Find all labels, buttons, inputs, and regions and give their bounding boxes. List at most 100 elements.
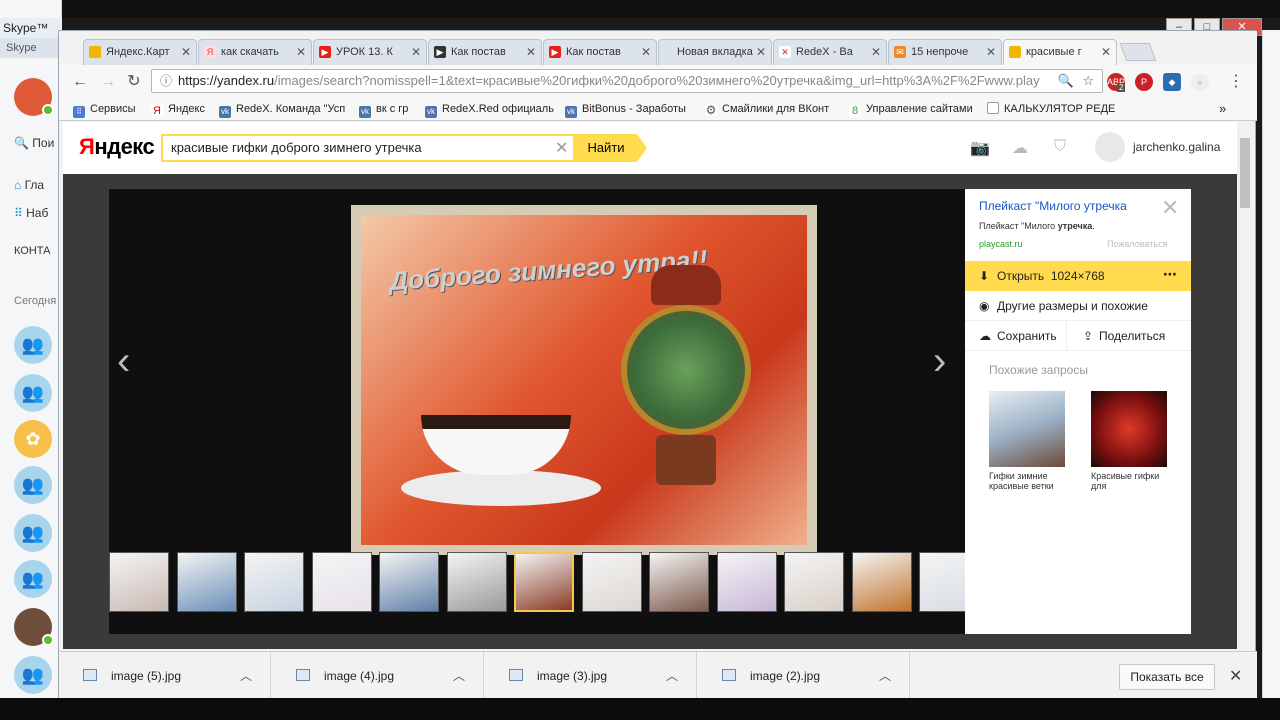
next-arrow-icon[interactable]: › — [933, 339, 946, 384]
tab-yandex-images[interactable]: красивые г ✕ — [1003, 39, 1117, 66]
thumbnail[interactable] — [784, 552, 844, 612]
thumbnail[interactable] — [244, 552, 304, 612]
contact-avatar[interactable] — [14, 608, 54, 646]
bookmark-star-icon[interactable]: ☆ — [1082, 70, 1094, 92]
bookmark-site-management[interactable]: 8 Управление сайтами — [849, 100, 973, 118]
clear-search-icon[interactable]: ✕ — [555, 138, 568, 158]
source-domain-link[interactable]: playcast.ru — [979, 239, 1023, 249]
other-sizes-button[interactable]: ◉ Другие размеры и похожие — [965, 291, 1191, 321]
group-avatar[interactable]: 👥 — [14, 326, 52, 364]
pinterest-icon[interactable]: P — [1135, 73, 1153, 91]
tab-how-to-download[interactable]: Якак скачать ✕ — [198, 39, 312, 65]
report-link[interactable]: Пожаловаться — [1107, 239, 1167, 249]
search-icon[interactable]: 🔍 — [1053, 70, 1074, 92]
back-button[interactable]: ← — [69, 71, 91, 93]
bookmarks-overflow-icon[interactable]: » — [1219, 100, 1226, 118]
extension-search-icon[interactable]: ⌕ — [1191, 73, 1209, 91]
tab-new-tab[interactable]: Новая вкладка ✕ — [658, 39, 772, 65]
group-avatar[interactable]: 👥 — [14, 374, 52, 412]
group-avatar[interactable]: 👥 — [14, 466, 52, 504]
close-icon[interactable]: ✕ — [181, 40, 191, 64]
user-avatar[interactable] — [1095, 132, 1125, 162]
thumbnail[interactable] — [311, 552, 372, 612]
forward-button[interactable]: → — [97, 71, 119, 93]
thumbnail[interactable] — [176, 552, 237, 612]
skype-dialpad[interactable]: ⠿ Наб — [0, 200, 62, 226]
close-icon[interactable]: ✕ — [526, 40, 536, 64]
cloud-icon[interactable]: ☁ — [1009, 138, 1031, 157]
find-button[interactable]: Найти — [575, 134, 647, 162]
similar-query-item[interactable]: Красивые гифки для — [1091, 391, 1167, 491]
camera-icon[interactable]: 📷 — [969, 138, 991, 157]
flower-avatar[interactable]: ✿ — [14, 420, 52, 458]
new-tab-button[interactable] — [1119, 43, 1157, 61]
bookmark-smileys[interactable]: ⚙ Смайлики для ВКонт — [705, 100, 829, 118]
skype-home[interactable]: ⌂ Гла — [0, 172, 62, 198]
bookmark-redex-official[interactable]: vk RedeX.Red официаль — [425, 100, 554, 118]
tab-lesson-13[interactable]: ▶ УРОК 13. К ✕ — [313, 39, 427, 65]
group-avatar[interactable]: 👥 — [14, 656, 52, 694]
tab-yandex-maps[interactable]: Яндекс.Карт ✕ — [83, 39, 197, 65]
bookmark-yandex[interactable]: Я Яндекс — [151, 100, 205, 118]
tab-unread-mail[interactable]: ✉ 15 непроче ✕ — [888, 39, 1002, 65]
group-avatar[interactable]: 👥 — [14, 560, 52, 598]
close-icon[interactable]: ✕ — [1101, 40, 1111, 64]
extension-stack-icon[interactable]: ◆ — [1163, 73, 1181, 91]
close-icon[interactable]: ✕ — [296, 40, 306, 64]
bookmark-calculator[interactable]: КАЛЬКУЛЯТОР РЕДЕ — [987, 100, 1115, 118]
main-image[interactable]: Доброго зимнего утра!! — [351, 205, 817, 555]
thumbnail[interactable] — [109, 552, 169, 612]
close-icon[interactable]: ✕ — [871, 40, 881, 64]
skype-profile-avatar[interactable] — [14, 78, 54, 116]
share-button[interactable]: ⇪ Поделиться — [1067, 321, 1191, 351]
thumbnail[interactable] — [649, 552, 709, 612]
close-downloads-icon[interactable]: ✕ — [1229, 666, 1242, 686]
chevron-up-icon[interactable]: ︿ — [879, 652, 891, 700]
chevron-up-icon[interactable]: ︿ — [666, 652, 678, 700]
page-scrollbar[interactable] — [1237, 122, 1253, 649]
prev-arrow-icon[interactable]: ‹ — [117, 339, 130, 384]
search-input[interactable]: красивые гифки доброго зимнего утречка — [161, 134, 575, 162]
address-bar[interactable]: ⓘ https://yandex.ru/images/search?nomiss… — [151, 69, 1103, 93]
download-item[interactable]: image (5).jpg ︿ — [59, 652, 271, 700]
reload-button[interactable]: ↻ — [123, 71, 145, 93]
close-icon[interactable]: ✕ — [756, 40, 766, 64]
save-button[interactable]: ☁ Сохранить — [965, 321, 1067, 351]
bookmark-services[interactable]: ⠿ Сервисы — [73, 100, 136, 118]
skype-search[interactable]: 🔍 Пои — [0, 130, 62, 156]
username[interactable]: jarchenko.galina — [1133, 140, 1220, 154]
thumbnail[interactable] — [446, 552, 507, 612]
yandex-logo[interactable]: Яндекс — [79, 134, 155, 160]
thumbnail-selected[interactable] — [514, 552, 574, 612]
close-icon[interactable]: ✕ — [411, 40, 421, 64]
thumbnail[interactable] — [716, 552, 777, 612]
thumbnail[interactable] — [581, 552, 642, 612]
shield-icon[interactable]: ⛉ — [1049, 138, 1071, 156]
similar-query-item[interactable]: Гифки зимние красивые ветки — [989, 391, 1065, 491]
thumbnail[interactable] — [851, 552, 912, 612]
bookmark-bitbonus[interactable]: vk BitBonus - Заработы — [565, 100, 686, 118]
group-avatar[interactable]: 👥 — [14, 514, 52, 552]
chevron-up-icon[interactable]: ︿ — [453, 652, 465, 700]
download-item[interactable]: image (2).jpg ︿ — [698, 652, 910, 700]
chevron-up-icon[interactable]: ︿ — [240, 652, 252, 700]
source-title-link[interactable]: Плейкаст "Милого утречка — [979, 199, 1149, 213]
info-icon[interactable]: ⓘ — [160, 70, 172, 92]
tab-how-to-set-2[interactable]: ▶ Как постав ✕ — [543, 39, 657, 65]
close-panel-icon[interactable]: ✕ — [1161, 195, 1179, 221]
skype-menu[interactable]: Skype — [0, 38, 62, 58]
close-icon[interactable]: ✕ — [986, 40, 996, 64]
open-image-button[interactable]: ⬇ Открыть 1024×768 ⋯ — [965, 261, 1191, 291]
tab-redex[interactable]: ✕ RedeX - Ва ✕ — [773, 39, 887, 65]
download-item[interactable]: image (4).jpg ︿ — [272, 652, 484, 700]
download-item[interactable]: image (3).jpg ︿ — [485, 652, 697, 700]
close-icon[interactable]: ✕ — [641, 40, 651, 64]
thumbnail[interactable] — [379, 552, 439, 612]
bookmark-vk-group[interactable]: vk вк с гр — [359, 100, 408, 118]
more-options-icon[interactable]: ⋯ — [1163, 259, 1177, 289]
bookmark-redex-team[interactable]: vk RedeX. Команда "Усп — [219, 100, 345, 118]
menu-icon[interactable]: ⋮ — [1225, 71, 1247, 93]
show-all-downloads-button[interactable]: Показать все — [1119, 664, 1215, 690]
tab-how-to-set-1[interactable]: ▶ Как постав ✕ — [428, 39, 542, 65]
scrollbar-thumb[interactable] — [1240, 138, 1250, 208]
